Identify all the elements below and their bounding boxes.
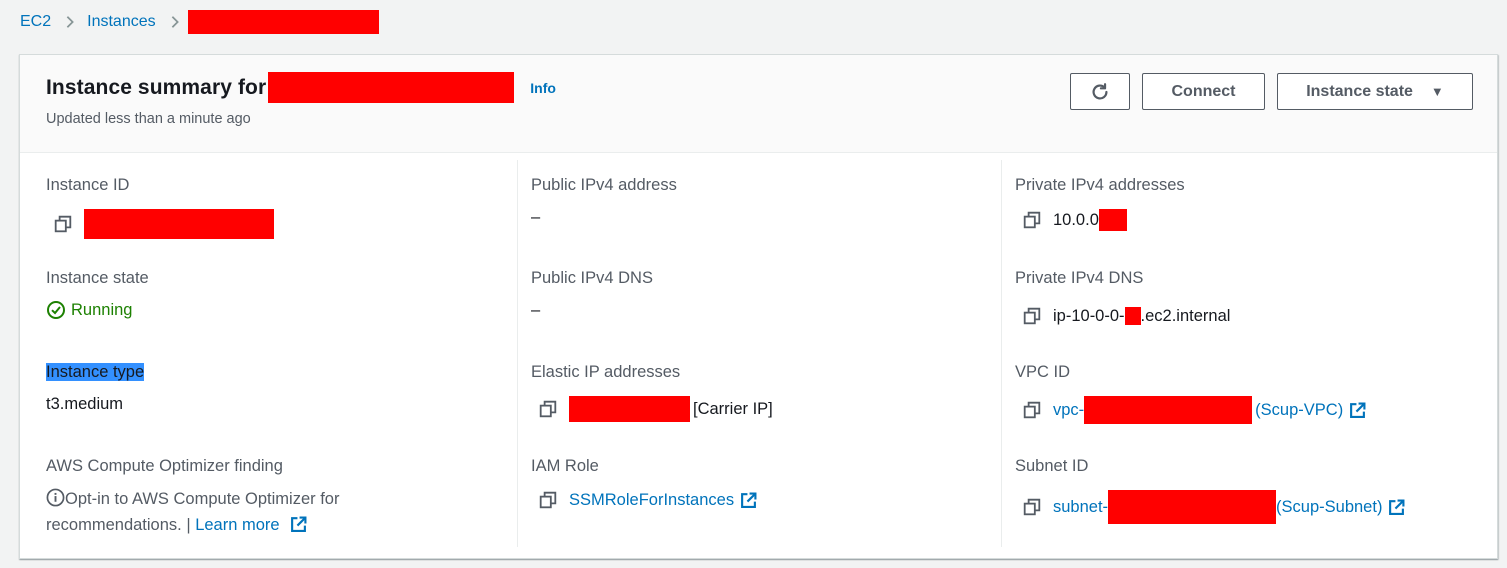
copy-icon[interactable] xyxy=(539,491,557,509)
external-link-icon[interactable] xyxy=(1388,499,1405,516)
public-ipv4-value: – xyxy=(531,208,541,226)
instance-type-label: Instance type xyxy=(46,363,145,381)
optimizer-label: AWS Compute Optimizer finding xyxy=(46,457,283,475)
copy-icon[interactable] xyxy=(1023,211,1041,229)
external-link-icon[interactable] xyxy=(740,492,757,509)
private-dns-suffix: .ec2.internal xyxy=(1140,307,1231,325)
field-instance-type: Instance type t3.medium xyxy=(46,362,516,414)
copy-icon[interactable] xyxy=(1023,498,1041,516)
private-dns-prefix: ip-10-0-0- xyxy=(1053,307,1125,325)
check-circle-icon xyxy=(46,300,71,320)
subnet-name: (Scup-Subnet) xyxy=(1276,498,1383,516)
external-link-icon[interactable] xyxy=(1349,402,1366,419)
connect-button[interactable]: Connect xyxy=(1142,73,1265,110)
subnet-id-label: Subnet ID xyxy=(1015,457,1089,475)
chevron-right-icon xyxy=(63,15,77,29)
page-title: Instance summary for xyxy=(46,75,267,99)
carrier-ip-text: [Carrier IP] xyxy=(693,400,773,418)
vpc-id-redacted xyxy=(1084,396,1253,424)
elastic-ip-redacted xyxy=(569,396,690,422)
private-dns-label: Private IPv4 DNS xyxy=(1015,269,1144,287)
caret-down-icon: ▼ xyxy=(1430,84,1444,99)
updated-status: Updated less than a minute ago xyxy=(46,111,251,127)
public-dns-label: Public IPv4 DNS xyxy=(531,269,653,287)
vpc-name: (Scup-VPC) xyxy=(1255,401,1344,419)
info-circle-icon xyxy=(46,488,65,507)
field-instance-id: Instance ID xyxy=(46,175,516,239)
field-vpc-id: VPC ID vpc- (Scup-VPC) xyxy=(1015,362,1507,424)
public-dns-value: – xyxy=(531,301,541,319)
copy-icon[interactable] xyxy=(1023,307,1041,325)
instance-state-value: Running xyxy=(46,300,516,320)
instance-summary-panel: Instance summary for Info Updated less t… xyxy=(19,54,1498,559)
instance-id-label: Instance ID xyxy=(46,176,130,194)
breadcrumb-ec2[interactable]: EC2 xyxy=(20,13,51,31)
details-column-2: Public IPv4 address – Public IPv4 DNS – … xyxy=(517,160,1002,547)
field-public-dns: Public IPv4 DNS – xyxy=(531,268,1015,320)
instance-type-value: t3.medium xyxy=(46,395,124,413)
vpc-id-prefix: vpc- xyxy=(1053,401,1085,419)
copy-icon[interactable] xyxy=(1023,401,1041,419)
info-link[interactable]: Info xyxy=(530,80,556,96)
vpc-id-label: VPC ID xyxy=(1015,363,1071,381)
private-ipv4-value: 10.0.0 xyxy=(1053,211,1099,229)
details-column-3: Private IPv4 addresses 10.0.0 Private IP… xyxy=(1001,160,1498,547)
iam-role-label: IAM Role xyxy=(531,457,599,475)
learn-more-link[interactable]: Learn more xyxy=(195,516,279,534)
running-text: Running xyxy=(71,301,133,319)
field-private-dns: Private IPv4 DNS ip-10-0-0- .ec2.interna… xyxy=(1015,268,1507,326)
field-private-ipv4: Private IPv4 addresses 10.0.0 xyxy=(1015,175,1507,231)
field-optimizer: AWS Compute Optimizer finding Opt-in to … xyxy=(46,456,516,538)
public-ipv4-label: Public IPv4 address xyxy=(531,176,677,194)
iam-role-link[interactable]: SSMRoleForInstances xyxy=(569,490,734,510)
field-instance-state: Instance state Running xyxy=(46,268,516,320)
instance-name-redacted xyxy=(268,72,515,103)
vpc-id-link[interactable]: vpc- (Scup-VPC) xyxy=(1053,396,1343,424)
subnet-id-redacted xyxy=(1108,490,1277,524)
subnet-id-link[interactable]: subnet- (Scup-Subnet) xyxy=(1053,490,1382,524)
refresh-icon xyxy=(1089,81,1111,103)
external-link-icon[interactable] xyxy=(290,516,307,533)
refresh-button[interactable] xyxy=(1070,73,1130,110)
elastic-ip-label: Elastic IP addresses xyxy=(531,363,681,381)
copy-icon[interactable] xyxy=(539,400,557,418)
private-dns-redacted xyxy=(1124,307,1141,325)
private-ipv4-label: Private IPv4 addresses xyxy=(1015,176,1185,194)
instance-state-button[interactable]: Instance state ▼ xyxy=(1277,73,1473,110)
breadcrumb-instances[interactable]: Instances xyxy=(87,13,155,31)
field-public-ipv4: Public IPv4 address – xyxy=(531,175,1015,227)
field-subnet-id: Subnet ID subnet- (Scup-Subnet) xyxy=(1015,456,1507,524)
instance-state-field-label: Instance state xyxy=(46,269,149,287)
breadcrumb: EC2 Instances xyxy=(20,10,379,34)
breadcrumb-current-redacted xyxy=(187,10,379,34)
field-elastic-ip: Elastic IP addresses [Carrier IP] xyxy=(531,362,1015,422)
copy-icon[interactable] xyxy=(54,215,72,233)
subnet-id-prefix: subnet- xyxy=(1053,498,1109,516)
field-iam-role: IAM Role SSMRoleForInstances xyxy=(531,456,1015,510)
details-column-1: Instance ID Instance state Running Insta… xyxy=(46,160,516,547)
instance-id-redacted xyxy=(84,209,274,239)
optimizer-text: Opt-in to AWS Compute Optimizer for reco… xyxy=(46,486,406,538)
instance-state-label: Instance state xyxy=(1306,82,1413,100)
private-ipv4-redacted xyxy=(1098,209,1127,231)
chevron-right-icon xyxy=(168,15,182,29)
panel-header: Instance summary for Info Updated less t… xyxy=(20,55,1497,153)
